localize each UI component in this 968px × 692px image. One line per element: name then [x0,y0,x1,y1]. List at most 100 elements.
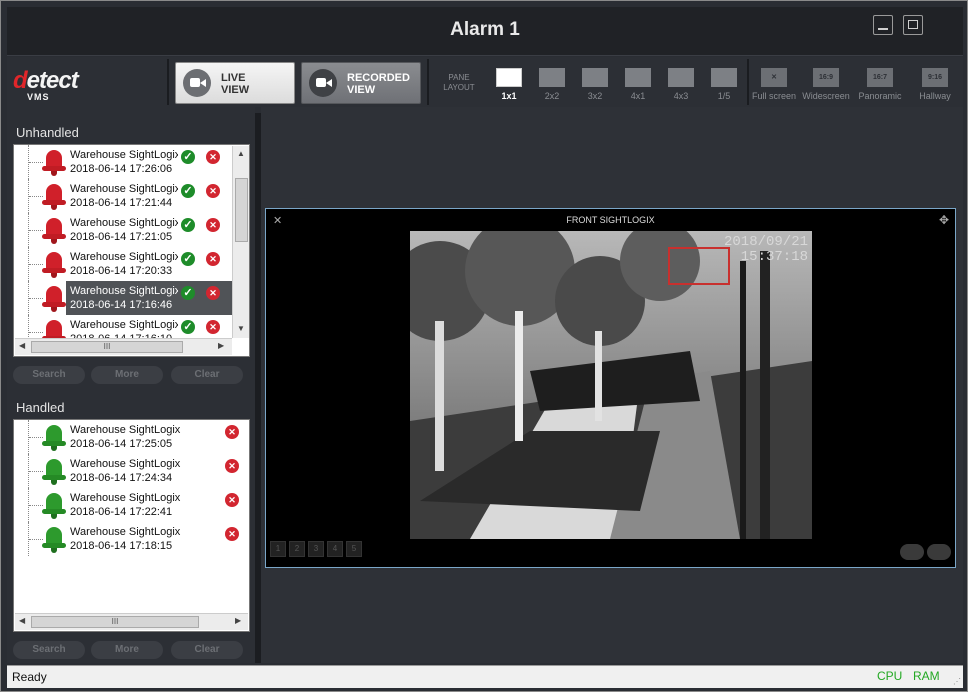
layout-4x1-icon [625,68,651,87]
alarm-bell-icon [42,286,66,312]
acknowledge-icon[interactable]: ✓ [181,218,195,232]
layout-4x1-button[interactable]: 4x1 [618,63,658,105]
layout-1-5-button[interactable]: 1/5 [704,63,744,105]
scroll-left-icon[interactable]: ◀ [19,616,25,625]
title-bar: Alarm 1 [7,7,963,56]
layout-3x2-icon [582,68,608,87]
unhandled-alarm-list[interactable]: Warehouse SightLogix 2018-06-14 17:26:06 … [13,144,250,357]
live-view-button[interactable]: LIVE VIEW [175,62,295,104]
unhandled-vertical-scrollbar[interactable]: ▲ ▼ [232,146,249,338]
scroll-thumb[interactable] [235,178,248,242]
list-item[interactable]: Warehouse SightLogix 2018-06-14 17:20:33 … [14,247,232,281]
detection-box [668,247,730,285]
list-item[interactable]: Warehouse SightLogix 2018-06-14 17:21:05 … [14,213,232,247]
layout-3x2-button[interactable]: 3x2 [575,63,615,105]
preset-button-5[interactable]: 5 [346,541,362,557]
layout-1x1-icon [496,68,522,87]
layout-4x3-button[interactable]: 4x3 [661,63,701,105]
unhandled-clear-button[interactable]: Clear [171,366,243,384]
dismiss-icon[interactable]: ✕ [225,493,239,507]
list-item[interactable]: Warehouse SightLogix 2018-06-14 17:25:05 … [14,420,239,454]
fullscreen-button[interactable]: ✕ Full screen [751,63,797,105]
microphone-toggle[interactable] [900,544,924,560]
acknowledge-icon[interactable]: ✓ [181,184,195,198]
acknowledge-icon[interactable]: ✓ [181,252,195,266]
overlay-date: 2018/09/21 [723,234,808,250]
alarm-panel: Unhandled Warehouse SightLogix 2018-06-14… [7,107,255,663]
scroll-thumb[interactable]: III [31,616,199,628]
acknowledge-icon[interactable]: ✓ [181,286,195,300]
dismiss-icon[interactable]: ✕ [206,320,220,334]
layout-2x2-icon [539,68,565,87]
scroll-right-icon[interactable]: ▶ [235,616,241,625]
minimize-icon [878,28,888,30]
hallway-button[interactable]: 9:16 Hallway [915,63,955,105]
handled-clear-button[interactable]: Clear [171,641,243,659]
app-window: Alarm 1 detect VMS LIVE VIEW RECORDED VIEW… [0,0,968,692]
dismiss-icon[interactable]: ✕ [225,459,239,473]
dismiss-icon[interactable]: ✕ [206,286,220,300]
list-item[interactable]: Warehouse SightLogix 2018-06-14 17:22:41 … [14,488,239,522]
list-item[interactable]: Warehouse SightLogix 2018-06-14 17:24:34 … [14,454,239,488]
logo-accent: d [13,67,28,94]
dismiss-icon[interactable]: ✕ [206,184,220,198]
handled-horizontal-scrollbar[interactable]: ◀ III ▶ [15,613,248,630]
preset-button-2[interactable]: 2 [289,541,305,557]
recorded-camera-icon [309,69,337,97]
list-item-selected[interactable]: Warehouse SightLogix 2018-06-14 17:16:46 … [14,281,232,315]
handled-alarm-list[interactable]: Warehouse SightLogix 2018-06-14 17:25:05 … [13,419,250,632]
minimize-button[interactable] [873,15,893,35]
handled-more-button[interactable]: More [91,641,163,659]
alarm-bell-icon [42,218,66,244]
scroll-thumb[interactable]: III [31,341,183,353]
alarm-bell-icon [42,425,66,451]
video-pane[interactable]: ✕ FRONT SIGHTLOGIX ✥ 2018/09/21 15:37:18… [265,208,956,568]
dismiss-icon[interactable]: ✕ [206,150,220,164]
pane-layout-label: PANE LAYOUT [443,73,475,92]
status-text: Ready [12,670,47,684]
alarm-bell-icon [42,320,66,346]
layout-1x1-button[interactable]: 1x1 [489,63,529,105]
acknowledge-icon[interactable]: ✓ [181,320,195,334]
panoramic-button[interactable]: 16:7 Panoramic [855,63,905,105]
acknowledge-icon[interactable]: ✓ [181,150,195,164]
logo-word: etect [26,67,79,94]
alarm-bell-icon [42,184,66,210]
recorded-view-button[interactable]: RECORDED VIEW [301,62,421,104]
list-item[interactable]: Warehouse SightLogix 2018-06-14 17:18:15 … [14,522,239,556]
unhandled-search-button[interactable]: Search [13,366,85,384]
dismiss-icon[interactable]: ✕ [225,527,239,541]
live-camera-icon [183,69,211,97]
unhandled-heading: Unhandled [16,125,79,140]
cpu-indicator: CPU [877,669,903,683]
dismiss-icon[interactable]: ✕ [206,218,220,232]
handled-search-button[interactable]: Search [13,641,85,659]
scroll-left-icon[interactable]: ◀ [19,341,25,350]
resize-grip-icon[interactable]: ⋰ [953,677,961,686]
toolbar-divider [167,59,169,105]
scroll-right-icon[interactable]: ▶ [218,341,224,350]
alarm-bell-icon [42,459,66,485]
widescreen-button[interactable]: 16:9 Widescreen [801,63,851,105]
scroll-down-icon[interactable]: ▼ [237,324,245,333]
speaker-toggle[interactable] [927,544,951,560]
list-item[interactable]: Warehouse SightLogix 2018-06-14 17:21:44 … [14,179,232,213]
camera-image [410,231,812,539]
maximize-button[interactable] [903,15,923,35]
scroll-up-icon[interactable]: ▲ [237,149,245,158]
unhandled-horizontal-scrollbar[interactable]: ◀ III ▶ [15,338,232,355]
alarm-bell-icon [42,527,66,553]
logo-sub: VMS [27,92,50,102]
panoramic-icon: 16:7 [867,68,893,87]
preset-button-3[interactable]: 3 [308,541,324,557]
layout-2x2-button[interactable]: 2x2 [532,63,572,105]
preset-button-1[interactable]: 1 [270,541,286,557]
preset-button-4[interactable]: 4 [327,541,343,557]
dismiss-icon[interactable]: ✕ [225,425,239,439]
list-item[interactable]: Warehouse SightLogix 2018-06-14 17:26:06 … [14,145,232,179]
overlay-time: 15:37:18 [740,249,808,265]
unhandled-more-button[interactable]: More [91,366,163,384]
dismiss-icon[interactable]: ✕ [206,252,220,266]
move-icon[interactable]: ✥ [939,213,949,227]
maximize-icon [908,20,918,29]
